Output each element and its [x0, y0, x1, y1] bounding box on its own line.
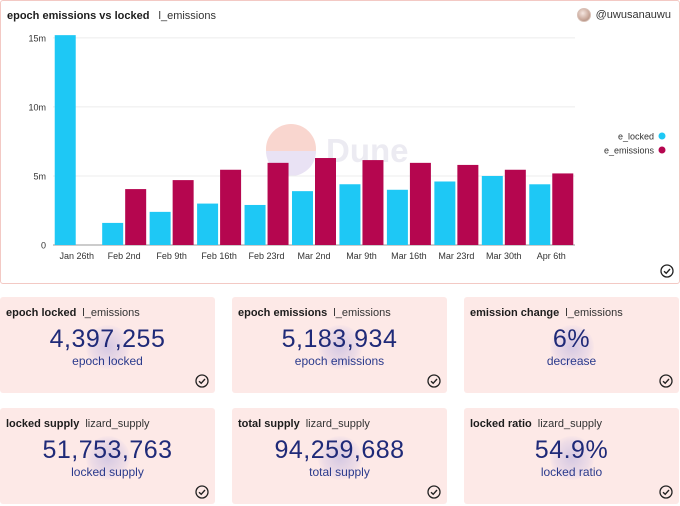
card-title: epoch locked l_emissions	[6, 307, 140, 319]
card-title: locked supply lizard_supply	[6, 418, 150, 430]
chart-panel: epoch emissions vs locked l_emissions @u…	[0, 0, 680, 284]
legend-label: e_locked	[618, 132, 654, 142]
card-title-name[interactable]: locked supply	[6, 418, 79, 430]
counter-card: emission change l_emissions 6% decrease	[464, 297, 679, 393]
card-title-name[interactable]: total supply	[238, 418, 300, 430]
counter-value: 94,259,688	[274, 436, 405, 464]
bar-e_locked	[244, 204, 266, 245]
legend-swatch	[658, 132, 666, 140]
counter-subtitle: locked supply	[71, 465, 144, 479]
bar-e_emissions	[125, 189, 147, 245]
bar-e_locked	[339, 184, 361, 245]
counter-subtitle: total supply	[309, 465, 370, 479]
counter-value: 54.9%	[534, 436, 609, 464]
bar-e_emissions	[362, 160, 384, 245]
bar-e_emissions	[552, 173, 574, 245]
counter-subtitle: epoch locked	[72, 354, 143, 368]
x-tick-label: Apr 6th	[537, 251, 566, 261]
status-check-icon	[659, 485, 673, 499]
card-query-name[interactable]: lizard_supply	[306, 418, 370, 430]
legend-label: e_emissions	[604, 146, 655, 156]
card-title-name[interactable]: emission change	[470, 307, 559, 319]
y-tick-label: 15m	[28, 33, 46, 43]
counter-value: 6%	[552, 325, 591, 353]
card-query-name[interactable]: lizard_supply	[85, 418, 149, 430]
legend-swatch	[658, 146, 666, 154]
bar-e_locked	[149, 211, 171, 245]
x-tick-label: Mar 23rd	[438, 251, 474, 261]
counter-value: 51,753,763	[42, 436, 173, 464]
card-title: total supply lizard_supply	[238, 418, 370, 430]
card-title-name[interactable]: epoch emissions	[238, 307, 327, 319]
x-tick-label: Feb 2nd	[108, 251, 141, 261]
y-tick-label: 0	[41, 241, 46, 251]
bar-e_locked	[529, 184, 551, 245]
x-tick-label: Feb 9th	[156, 251, 187, 261]
card-query-name[interactable]: lizard_supply	[538, 418, 602, 430]
counter-subtitle: decrease	[546, 354, 597, 368]
bar-e_locked	[102, 222, 124, 245]
status-check-icon	[427, 374, 441, 388]
bar-e_emissions	[457, 164, 479, 245]
card-title-name[interactable]: locked ratio	[470, 418, 532, 430]
counter-subtitle: epoch emissions	[294, 354, 385, 368]
bar-e_locked	[386, 189, 408, 245]
bar-e_locked	[481, 175, 503, 245]
status-check-icon	[659, 374, 673, 388]
card-query-name[interactable]: l_emissions	[82, 307, 139, 319]
x-tick-label: Mar 16th	[391, 251, 427, 261]
x-tick-label: Mar 9th	[346, 251, 377, 261]
bar-e_emissions	[267, 162, 289, 245]
status-check-icon	[195, 374, 209, 388]
card-title: emission change l_emissions	[470, 307, 623, 319]
counter-card: epoch locked l_emissions 4,397,255 epoch lo…	[0, 297, 215, 393]
bar-e_emissions	[220, 169, 242, 245]
status-check-icon	[427, 485, 441, 499]
x-tick-label: Feb 16th	[201, 251, 237, 261]
card-title-name[interactable]: epoch locked	[6, 307, 76, 319]
x-tick-label: Jan 26th	[59, 251, 94, 261]
bar-e_locked	[197, 203, 219, 245]
card-title: epoch emissions l_emissions	[238, 307, 391, 319]
x-tick-label: Mar 30th	[486, 251, 522, 261]
bar-chart: Dune 05m10m15m Jan 26th Feb 2nd Feb 9th Feb…	[28, 33, 666, 261]
counter-card: locked supply lizard_supply 51,753,763 lock…	[0, 408, 215, 504]
counter-card: epoch emissions l_emissions 5,183,934 epoch…	[232, 297, 447, 393]
y-tick-label: 10m	[28, 102, 46, 112]
bar-e_locked	[54, 35, 76, 245]
bar-e_locked	[292, 191, 313, 245]
bar-e_emissions	[315, 158, 336, 245]
card-query-name[interactable]: l_emissions	[333, 307, 390, 319]
bar-e_emissions	[409, 162, 431, 245]
counter-value: 4,397,255	[49, 325, 166, 353]
status-check-icon	[195, 485, 209, 499]
counter-subtitle: locked ratio	[540, 465, 603, 479]
x-tick-label: Mar 2nd	[297, 251, 330, 261]
card-title: locked ratio lizard_supply	[470, 418, 602, 430]
card-query-name[interactable]: l_emissions	[565, 307, 622, 319]
counter-card: locked ratio lizard_supply 54.9% locked rat…	[464, 408, 679, 504]
bar-e_emissions	[504, 169, 526, 245]
counter-value: 5,183,934	[281, 325, 398, 353]
bar-e_emissions	[172, 180, 194, 245]
chart-status-check-icon	[660, 264, 674, 278]
y-tick-label: 5m	[33, 171, 46, 181]
bar-e_locked	[434, 181, 456, 245]
x-tick-label: Feb 23rd	[249, 251, 285, 261]
counter-card: total supply lizard_supply 94,259,688 total…	[232, 408, 447, 504]
